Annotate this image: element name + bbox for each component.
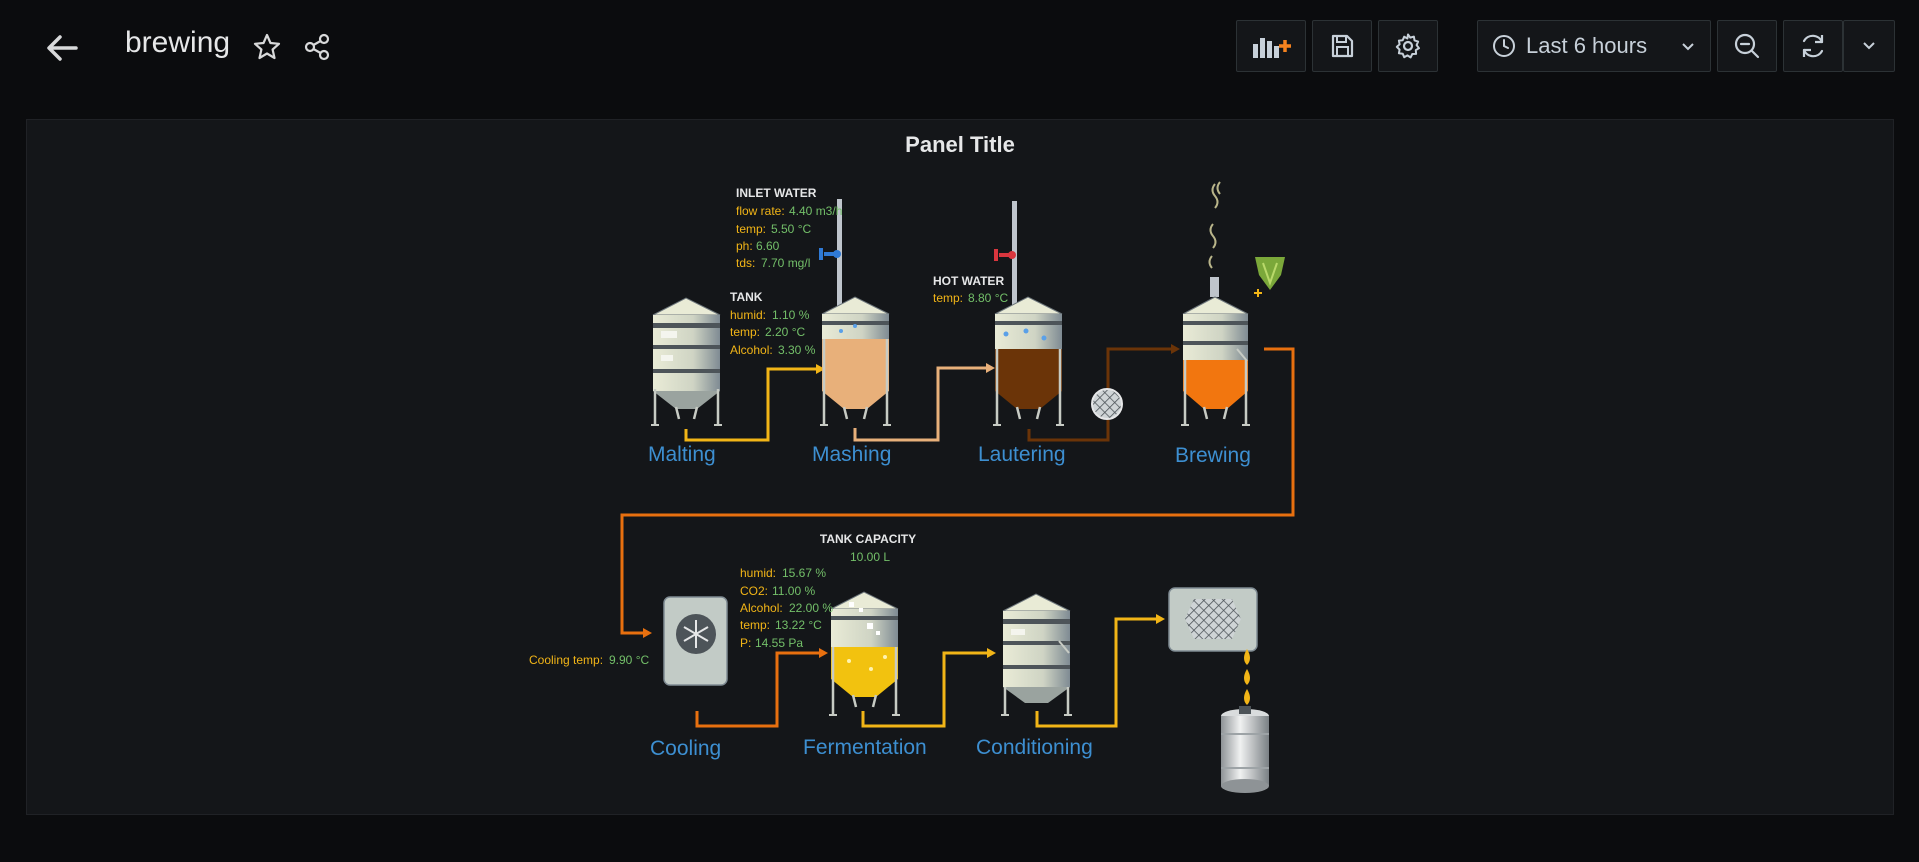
inlet-flow-key: flow rate: — [736, 204, 785, 218]
hops-icon — [1254, 257, 1285, 297]
dashboard-navbar: brewing Last 6 hours — [0, 0, 1919, 100]
inlet-tds-key: tds: — [736, 256, 755, 270]
tank-alcohol-value: 3.30 % — [778, 343, 816, 357]
diagram-panel: Panel Title Malting Mashing Lautering Br… — [26, 119, 1894, 815]
fermentation-tank[interactable] — [829, 591, 900, 716]
hot-water-stats: HOT WATER temp: 8.80 °C — [933, 274, 1008, 305]
ferm-co2-value: 11.00 % — [772, 584, 815, 598]
brewing-process-diagram: Malting Mashing Lautering Brewing Coolin… — [529, 181, 1295, 793]
tank-humid-value: 1.10 % — [772, 308, 810, 322]
arrow-left-icon — [47, 35, 78, 61]
mark-favorite-button[interactable] — [252, 32, 282, 62]
tank-temp-key: temp: — [730, 325, 760, 339]
chevron-down-icon — [1863, 42, 1875, 50]
stage-label-malting: Malting — [648, 443, 716, 466]
stage-label-mashing: Mashing — [812, 443, 891, 466]
malting-tank[interactable] — [651, 297, 722, 426]
pipe-lautering-filter — [1027, 419, 1110, 442]
inlet-tds-value: 7.70 mg/l — [761, 256, 810, 270]
tank-capacity-value: 10.00 L — [850, 550, 890, 564]
ferm-humid-key: humid: — [740, 566, 776, 580]
dashboard-settings-button[interactable] — [1378, 20, 1438, 72]
tank-capacity-title: TANK CAPACITY — [820, 532, 916, 546]
fermentation-stats: humid: 15.67 % CO2: 11.00 % Alcohol: 22.… — [740, 566, 833, 650]
zoom-out-icon — [1734, 33, 1760, 59]
save-icon — [1331, 34, 1354, 58]
lautering-tank[interactable] — [993, 201, 1064, 426]
tank-title: TANK — [730, 290, 763, 304]
stage-label-conditioning: Conditioning — [976, 736, 1093, 759]
ferm-p-value: 14.55 Pa — [755, 636, 803, 650]
dashboard-title[interactable]: brewing — [125, 26, 230, 60]
refresh-icon — [1802, 34, 1824, 58]
ferm-alcohol-value: 22.00 % — [789, 601, 833, 615]
star-icon — [253, 33, 281, 60]
inlet-temp-value: 5.50 °C — [771, 222, 811, 236]
cooling-stats: Cooling temp: 9.90 °C — [529, 653, 649, 667]
time-range-label: Last 6 hours — [1526, 33, 1648, 58]
share-dashboard-button[interactable] — [302, 32, 332, 62]
chevron-down-icon — [1682, 43, 1694, 51]
inlet-water-title: INLET WATER — [736, 186, 817, 200]
add-panel-icon — [1253, 38, 1291, 58]
tank-temp-value: 2.20 °C — [765, 325, 805, 339]
ferm-p-key: P: — [740, 636, 751, 650]
add-panel-button[interactable] — [1236, 20, 1306, 72]
filter-strainer[interactable] — [1091, 388, 1123, 420]
inlet-ph-key: ph: — [736, 239, 753, 253]
cooling-temp-value: 9.90 °C — [609, 653, 649, 667]
back-button[interactable] — [42, 28, 82, 68]
ferm-temp-key: temp: — [740, 618, 770, 632]
save-dashboard-button[interactable] — [1312, 20, 1372, 72]
brewing-tank[interactable] — [1181, 181, 1250, 426]
ferm-temp-value: 13.22 °C — [775, 618, 822, 632]
beer-drops — [1244, 649, 1250, 705]
inlet-water-stats: INLET WATER flow rate: 4.40 m3/h temp: 5… — [736, 186, 842, 270]
cooling-temp-key: Cooling temp: — [529, 653, 603, 667]
pipe-filter-brewing — [1106, 347, 1171, 388]
refresh-button[interactable] — [1783, 20, 1843, 72]
hot-water-temp-key: temp: — [933, 291, 963, 305]
cooling-unit[interactable] — [663, 596, 728, 686]
ferm-alcohol-key: Alcohol: — [740, 601, 783, 615]
inlet-temp-key: temp: — [736, 222, 766, 236]
beer-keg[interactable] — [1221, 706, 1269, 793]
stage-label-cooling: Cooling — [650, 737, 721, 760]
mashing-tank[interactable] — [819, 199, 891, 426]
refresh-interval-picker[interactable] — [1843, 20, 1895, 72]
ferm-humid-value: 15.67 % — [782, 566, 826, 580]
inlet-ph-value: 6.60 — [756, 239, 780, 253]
zoom-out-button[interactable] — [1717, 20, 1777, 72]
stage-label-brewing: Brewing — [1175, 444, 1251, 467]
time-range-picker[interactable]: Last 6 hours — [1477, 20, 1711, 72]
tank-capacity-stats: TANK CAPACITY 10.00 L — [820, 532, 916, 564]
inlet-flow-value: 4.40 m3/h — [789, 204, 842, 218]
clock-icon — [1493, 35, 1515, 57]
gear-icon — [1395, 33, 1420, 59]
stage-label-lautering: Lautering — [978, 443, 1066, 466]
hot-water-temp-value: 8.80 °C — [968, 291, 1008, 305]
tank-alcohol-key: Alcohol: — [730, 343, 773, 357]
tank-stats: TANK humid: 1.10 % temp: 2.20 °C Alcohol… — [730, 290, 816, 357]
ferm-co2-key: CO2: — [740, 584, 768, 598]
share-icon — [304, 33, 330, 61]
stage-label-fermentation: Fermentation — [803, 736, 927, 759]
conditioning-tank[interactable] — [1001, 593, 1072, 716]
filter-press[interactable] — [1168, 587, 1258, 652]
hot-water-title: HOT WATER — [933, 274, 1004, 288]
tank-humid-key: humid: — [730, 308, 766, 322]
